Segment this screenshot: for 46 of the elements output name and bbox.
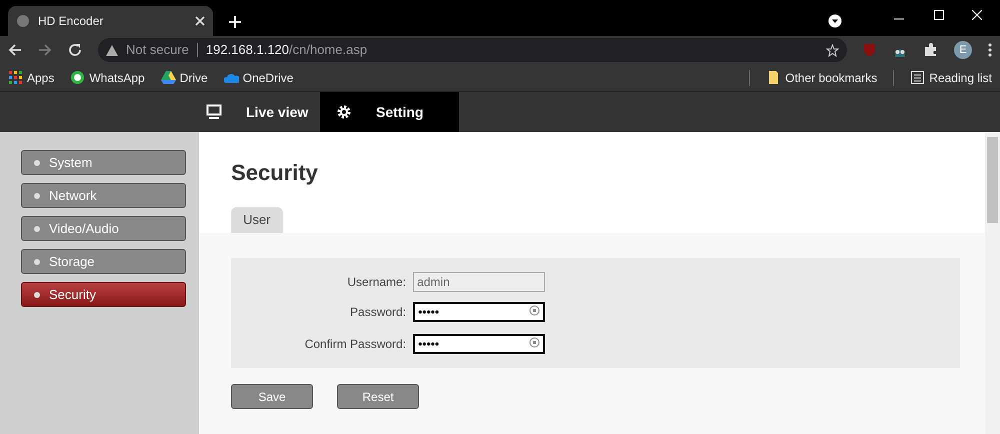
globe-icon xyxy=(16,14,30,28)
url-text: 192.168.1.120/cn/home.asp xyxy=(206,41,368,60)
action-button[interactable]: Reset xyxy=(337,384,420,409)
dropdown-icon[interactable] xyxy=(828,14,842,28)
scrollbar[interactable] xyxy=(985,132,1000,434)
nav-tab[interactable]: Setting xyxy=(320,92,459,132)
address-bar[interactable]: Not secure 192.168.1.120/cn/home.asp xyxy=(98,38,847,62)
security-label: Not secure xyxy=(126,41,189,60)
forward-icon[interactable] xyxy=(38,43,52,57)
menu-icon[interactable] xyxy=(988,43,992,57)
close-icon[interactable] xyxy=(195,16,205,26)
bookmark-link[interactable]: OneDrive xyxy=(242,68,294,86)
back-icon[interactable] xyxy=(8,43,22,57)
sidebar-item[interactable]: Video/Audio xyxy=(21,216,186,241)
nav-tab[interactable]: Live view xyxy=(190,92,320,132)
password-field[interactable]: ••••• xyxy=(413,302,546,322)
field-label: Confirm Password: xyxy=(304,336,408,353)
warning-icon xyxy=(106,44,118,56)
puzzle-icon[interactable] xyxy=(924,43,938,57)
maximize-icon[interactable] xyxy=(934,10,944,20)
scrollbar-thumb[interactable] xyxy=(987,137,998,223)
list-icon xyxy=(910,70,926,85)
minimize-icon[interactable] xyxy=(894,18,904,20)
star-icon[interactable] xyxy=(826,44,839,56)
gear-icon xyxy=(336,104,352,120)
reload-icon[interactable] xyxy=(68,43,82,57)
apps-icon xyxy=(8,70,23,85)
bookmark-link[interactable]: WhatsApp xyxy=(89,68,145,86)
sidebar-item[interactable]: System xyxy=(21,150,186,175)
bookmark-link[interactable]: Reading list xyxy=(929,68,992,86)
field-label: Password: xyxy=(349,304,408,321)
bookmark-link[interactable]: Drive xyxy=(180,68,208,86)
chat-icon xyxy=(70,70,86,85)
bookmark-link[interactable]: Apps xyxy=(27,68,54,86)
sidebar-item[interactable]: Storage xyxy=(21,249,186,274)
bookmark-link[interactable]: Other bookmarks xyxy=(785,68,878,86)
monitor-icon xyxy=(206,104,222,120)
sidebar-item[interactable]: Security xyxy=(21,282,186,307)
password-field[interactable]: ••••• xyxy=(413,334,546,354)
sidebar-item[interactable]: Network xyxy=(21,183,186,208)
tab[interactable]: User xyxy=(231,207,283,233)
action-button[interactable]: Save xyxy=(231,384,314,409)
plus-icon[interactable] xyxy=(229,16,241,28)
triangle-icon xyxy=(160,70,176,85)
page-title: Security xyxy=(230,159,319,187)
field-label: Username: xyxy=(346,274,408,291)
